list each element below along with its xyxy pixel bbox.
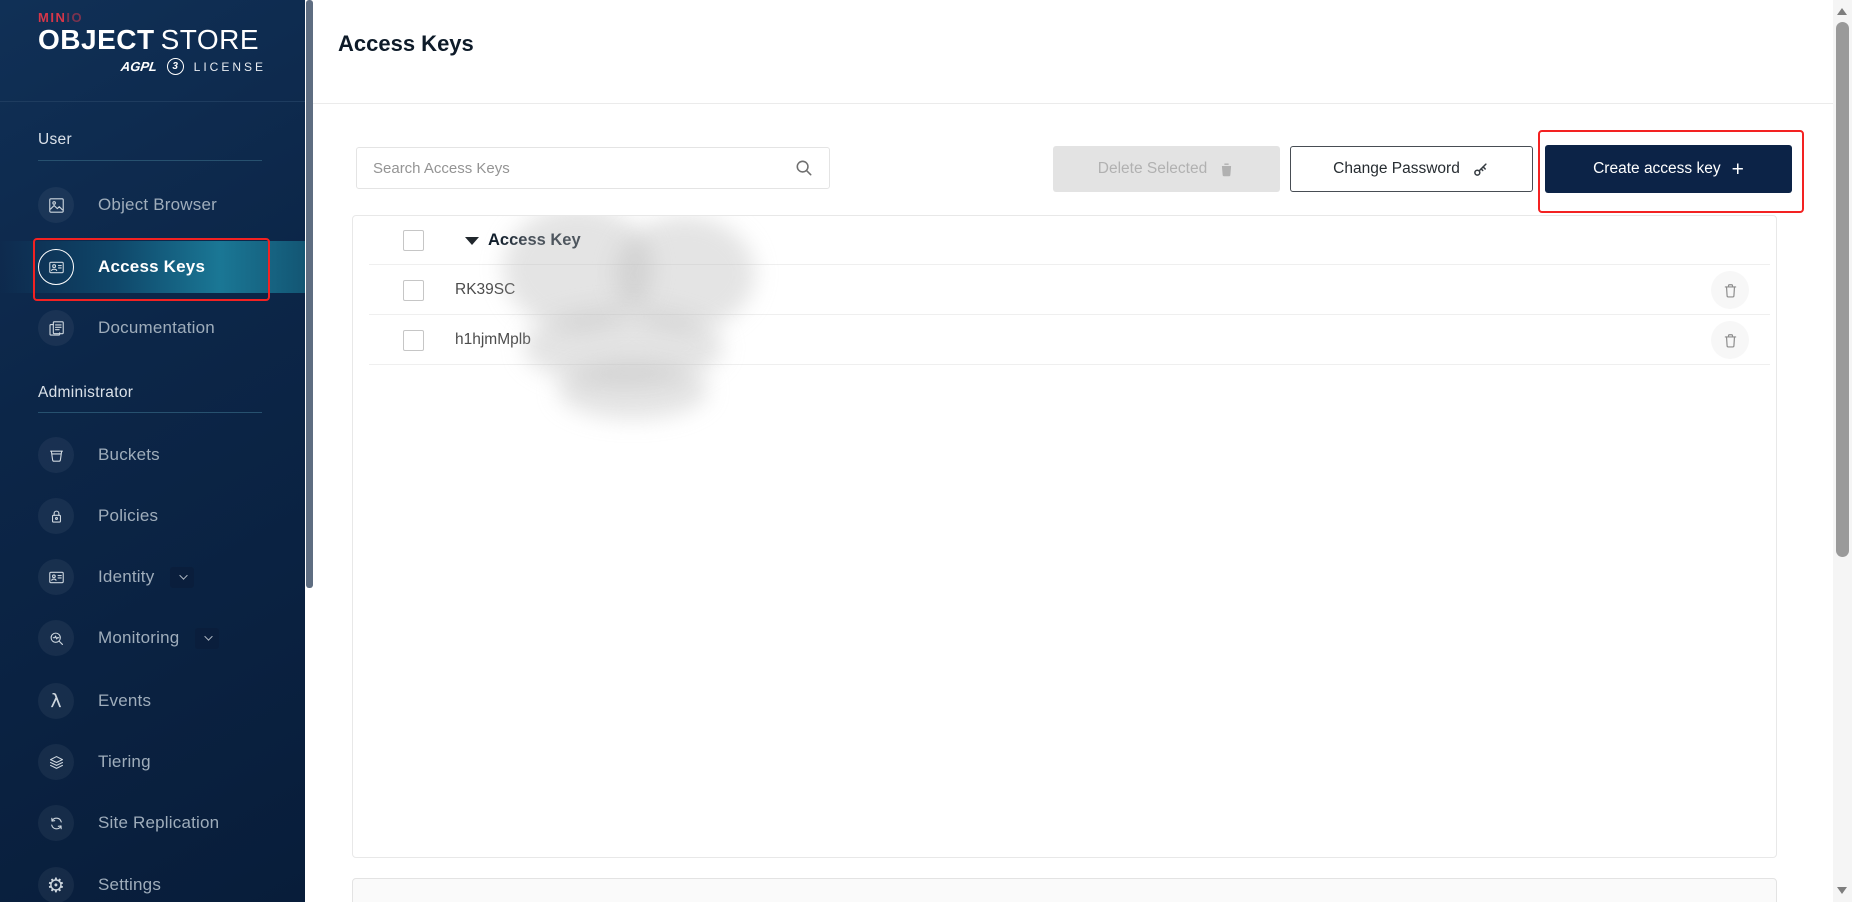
sort-caret-icon[interactable]	[465, 236, 479, 245]
delete-row-button[interactable]	[1711, 321, 1749, 359]
search-icon	[793, 157, 815, 179]
logo-divider	[0, 101, 305, 102]
site-replication-icon	[38, 805, 74, 841]
events-icon: λ	[38, 683, 74, 719]
sidebar-item-monitoring[interactable]: Monitoring	[0, 612, 305, 664]
documentation-icon	[38, 310, 74, 346]
section-divider	[38, 160, 262, 161]
policies-icon	[38, 498, 74, 534]
minio-brand: MINIO	[38, 10, 266, 25]
object-browser-icon	[38, 187, 74, 223]
sidebar-item-tiering[interactable]: Tiering	[0, 736, 305, 788]
sidebar-item-label: Tiering	[98, 752, 151, 771]
sidebar: MINIO OBJECT STORE AGPL 3 LICENSE User Ob…	[0, 0, 305, 902]
trash-icon	[1724, 333, 1736, 348]
sidebar-item-identity[interactable]: Identity	[0, 551, 305, 603]
scroll-down-arrow-icon[interactable]	[1837, 887, 1847, 894]
section-heading-user: User	[38, 131, 72, 148]
brand-min: MIN	[38, 10, 67, 25]
row-checkbox[interactable]	[403, 279, 424, 301]
sidebar-scrollbar-thumb[interactable]	[305, 0, 313, 588]
tiering-icon	[38, 744, 74, 780]
change-password-button[interactable]: Change Password	[1290, 146, 1533, 192]
sidebar-item-site-replication[interactable]: Site Replication	[0, 797, 305, 849]
sidebar-item-buckets[interactable]: Buckets	[0, 429, 305, 481]
sidebar-item-label: Documentation	[98, 318, 215, 337]
plus-icon: +	[1731, 157, 1744, 181]
sidebar-item-object-browser[interactable]: Object Browser	[0, 179, 305, 231]
page-scrollbar-thumb[interactable]	[1836, 22, 1849, 557]
sidebar-scrollbar[interactable]	[305, 0, 313, 902]
create-access-key-button[interactable]: Create access key +	[1545, 145, 1792, 193]
sidebar-item-label: Events	[98, 691, 152, 710]
search-input[interactable]	[357, 159, 793, 177]
minio-console: MINIO OBJECT STORE AGPL 3 LICENSE User Ob…	[0, 0, 1852, 902]
sidebar-item-policies[interactable]: Policies	[0, 490, 305, 542]
sidebar-item-documentation[interactable]: Documentation	[0, 302, 305, 354]
product-name: OBJECT STORE	[38, 24, 260, 55]
monitoring-icon	[38, 620, 74, 656]
access-keys-icon	[38, 249, 74, 285]
settings-icon: ⚙	[38, 867, 74, 902]
license-row: AGPL 3 LICENSE	[38, 58, 266, 75]
sidebar-item-settings[interactable]: ⚙ Settings	[0, 859, 305, 902]
chevron-down-icon[interactable]	[170, 566, 195, 588]
bottom-panel	[352, 878, 1777, 902]
chevron-down-icon[interactable]	[195, 627, 220, 649]
trash-icon	[1222, 162, 1232, 176]
sidebar-item-label: Policies	[98, 506, 159, 525]
access-keys-table: Access Key RK39SC h1hjmMplb	[352, 215, 1777, 858]
access-key-value: h1hjmMplb	[455, 331, 531, 348]
trash-icon	[1724, 283, 1736, 298]
section-heading-administrator: Administrator	[38, 384, 134, 401]
minio-logo: MINIO OBJECT STORE AGPL 3 LICENSE	[38, 10, 266, 75]
sidebar-item-label: Identity	[98, 567, 155, 586]
sidebar-item-events[interactable]: λ Events	[0, 675, 305, 727]
key-icon	[1473, 162, 1487, 176]
license-label: LICENSE	[193, 59, 266, 74]
delete-selected-button: Delete Selected	[1053, 146, 1280, 192]
sidebar-item-label: Monitoring	[98, 628, 180, 647]
section-divider	[38, 412, 262, 413]
identity-icon	[38, 559, 74, 595]
sidebar-item-label: Access Keys	[98, 257, 206, 276]
delete-row-button[interactable]	[1711, 271, 1749, 309]
sidebar-item-label: Buckets	[98, 445, 160, 464]
sidebar-item-label: Site Replication	[98, 813, 220, 832]
page-title: Access Keys	[338, 31, 474, 56]
redaction-blur	[558, 361, 708, 419]
sidebar-item-label: Settings	[98, 875, 162, 894]
sidebar-item-label: Object Browser	[98, 195, 218, 214]
row-checkbox[interactable]	[403, 329, 424, 351]
header-divider	[313, 103, 1833, 104]
select-all-checkbox[interactable]	[403, 230, 424, 251]
agpl-badge: AGPL	[119, 59, 158, 74]
agpl-version-icon: 3	[166, 58, 184, 75]
scroll-up-arrow-icon[interactable]	[1837, 8, 1847, 15]
buckets-icon	[38, 437, 74, 473]
brand-io: IO	[66, 10, 84, 25]
sidebar-item-access-keys[interactable]: Access Keys	[0, 241, 305, 293]
search-box	[356, 147, 830, 189]
page-scrollbar[interactable]	[1833, 0, 1852, 902]
